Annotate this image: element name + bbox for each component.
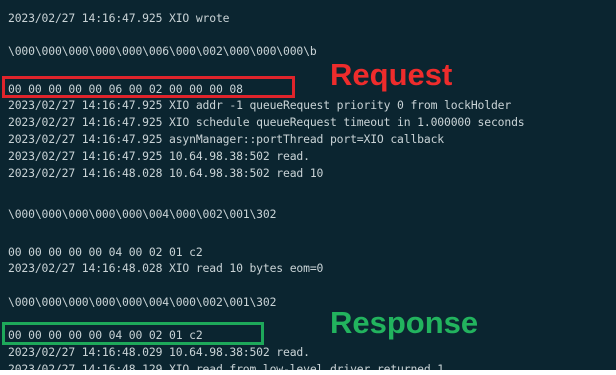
- log-line: \000\000\000\000\000\004\000\002\001\302: [8, 295, 277, 309]
- log-line: 2023/02/27 14:16:47.925 asynManager::por…: [8, 132, 445, 146]
- log-line: \000\000\000\000\000\004\000\002\001\302: [8, 207, 277, 221]
- log-line: 2023/02/27 14:16:48.129 XIO read from lo…: [8, 362, 445, 370]
- log-line: 2023/02/27 14:16:47.925 XIO wrote: [8, 11, 230, 25]
- log-line: 00 00 00 00 00 04 00 02 01 c2: [8, 245, 203, 259]
- log-line: 2023/02/27 14:16:47.925 XIO addr -1 queu…: [8, 98, 512, 112]
- log-line: 2023/02/27 14:16:48.028 10.64.98.38:502 …: [8, 166, 324, 180]
- log-line: 2023/02/27 14:16:47.925 XIO schedule que…: [8, 115, 525, 129]
- log-line: 2023/02/27 14:16:47.925 10.64.98.38:502 …: [8, 149, 310, 163]
- response-label: Response: [330, 305, 479, 340]
- response-highlight-box: [2, 322, 264, 345]
- log-line: 2023/02/27 14:16:48.028 XIO read 10 byte…: [8, 261, 324, 275]
- terminal-window: 2023/02/27 14:16:47.925 XIO wrote \000\0…: [0, 0, 616, 370]
- log-line: \000\000\000\000\000\006\000\002\000\000…: [8, 44, 317, 58]
- request-label: Request: [330, 57, 453, 92]
- request-highlight-box: [2, 76, 295, 98]
- log-line: 2023/02/27 14:16:48.029 10.64.98.38:502 …: [8, 345, 310, 359]
